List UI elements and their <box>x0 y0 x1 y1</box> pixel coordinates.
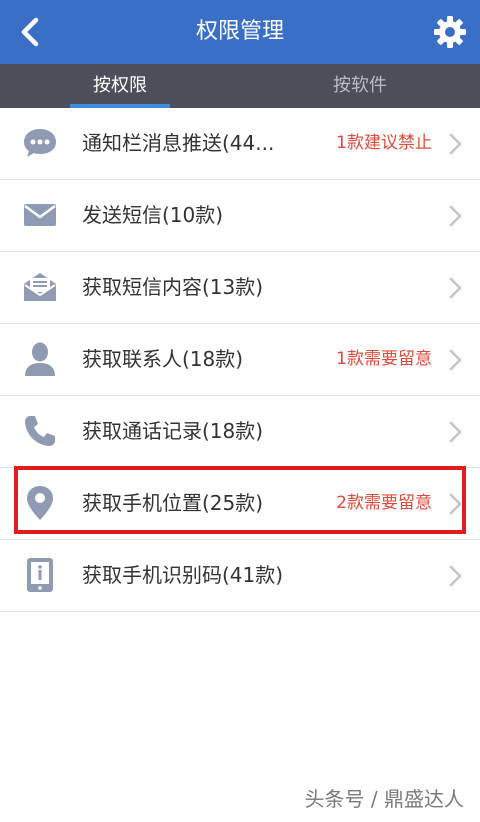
open-envelope-icon <box>20 269 60 305</box>
permission-label: 获取联系人(18款) <box>82 347 244 371</box>
tab-label: 按权限 <box>93 75 147 96</box>
gear-icon <box>434 16 466 48</box>
back-button[interactable] <box>10 10 50 54</box>
tab-bar: 按权限 按软件 <box>0 64 480 108</box>
tab-label: 按软件 <box>333 75 387 96</box>
permission-warning: 2款需要留意 <box>336 493 432 513</box>
tab-by-app[interactable]: 按软件 <box>240 64 480 108</box>
permission-list: 通知栏消息推送(44... 1款建议禁止 发送短信(10款) 获取短信内容(13… <box>0 108 480 612</box>
permission-row-contacts[interactable]: 获取联系人(18款) 1款需要留意 <box>0 324 480 396</box>
phone-icon <box>20 413 60 449</box>
page-title: 权限管理 <box>195 19 284 44</box>
permission-label: 通知栏消息推送(44... <box>82 131 275 155</box>
permission-row-send-sms[interactable]: 发送短信(10款) <box>0 180 480 252</box>
permission-row-device-id[interactable]: 获取手机识别码(41款) <box>0 540 480 612</box>
watermark-text: 头条号 / 鼎盛达人 <box>304 787 464 811</box>
permission-warning: 1款需要留意 <box>336 349 432 369</box>
location-pin-icon <box>20 485 60 521</box>
permission-row-call-log[interactable]: 获取通话记录(18款) <box>0 396 480 468</box>
permission-label: 获取手机位置(25款) <box>82 491 264 515</box>
permission-row-notification-push[interactable]: 通知栏消息推送(44... 1款建议禁止 <box>0 108 480 180</box>
chevron-right-icon <box>449 493 462 515</box>
tab-by-permission[interactable]: 按权限 <box>0 64 240 108</box>
chevron-right-icon <box>449 565 462 587</box>
chevron-right-icon <box>449 421 462 443</box>
chevron-right-icon <box>449 205 462 227</box>
chevron-right-icon <box>449 349 462 371</box>
permission-label: 获取手机识别码(41款) <box>82 563 284 587</box>
chat-bubble-icon <box>20 125 60 161</box>
chevron-right-icon <box>449 277 462 299</box>
envelope-icon <box>20 197 60 233</box>
app-header: 权限管理 <box>0 0 480 64</box>
phone-id-icon <box>20 557 60 593</box>
person-icon <box>20 341 60 377</box>
permission-label: 发送短信(10款) <box>82 203 224 227</box>
chevron-right-icon <box>449 133 462 155</box>
permission-label: 获取短信内容(13款) <box>82 275 264 299</box>
permission-row-location[interactable]: 获取手机位置(25款) 2款需要留意 <box>0 468 480 540</box>
permission-warning: 1款建议禁止 <box>336 133 432 153</box>
settings-button[interactable] <box>428 10 472 54</box>
permission-row-read-sms[interactable]: 获取短信内容(13款) <box>0 252 480 324</box>
chevron-left-icon <box>21 17 39 47</box>
permission-label: 获取通话记录(18款) <box>82 419 264 443</box>
